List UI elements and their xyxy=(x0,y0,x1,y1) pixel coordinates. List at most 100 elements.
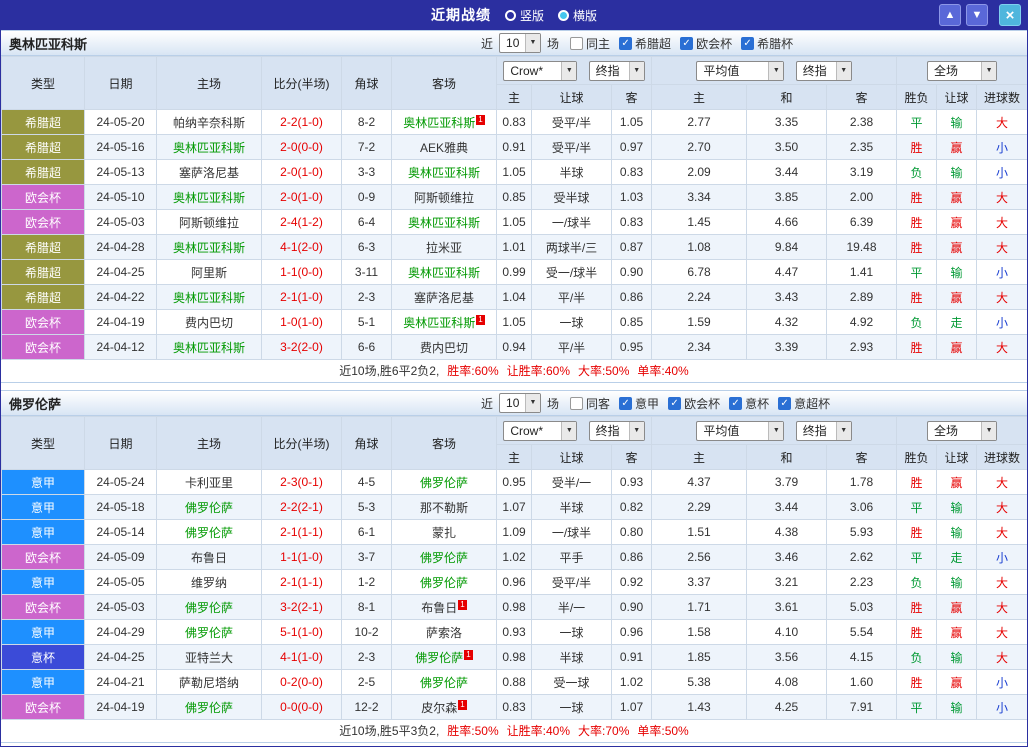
euro-stage-select[interactable]: 终指▼ xyxy=(796,61,852,81)
filter-checkbox[interactable]: ✓希腊杯 xyxy=(741,35,793,52)
checkbox-icon: ✓ xyxy=(619,397,632,410)
result-goals: 大 xyxy=(977,285,1028,310)
result-handicap: 赢 xyxy=(937,595,977,620)
team-name-text: 那不勒斯 xyxy=(420,501,468,515)
euro-draw-odds: 4.38 xyxy=(747,520,827,545)
euro-home-odds: 2.24 xyxy=(652,285,747,310)
result-outcome: 平 xyxy=(897,545,937,570)
record-summary: 近10场,胜6平2负2,胜率:60%让胜率:60%大率:50%单率:40% xyxy=(1,360,1027,383)
away-team: 那不勒斯 xyxy=(392,495,497,520)
home-team: 费内巴切 xyxy=(157,310,262,335)
match-score: 2-0(0-0) xyxy=(262,135,342,160)
euro-away-odds: 2.89 xyxy=(827,285,897,310)
odds-company-select[interactable]: Crow*▼ xyxy=(503,61,577,81)
match-score: 4-1(2-0) xyxy=(262,235,342,260)
layout-radio-horizontal[interactable]: 横版 xyxy=(558,7,597,24)
result-goals: 大 xyxy=(977,595,1028,620)
away-odds: 0.86 xyxy=(612,545,652,570)
red-card-badge: 1 xyxy=(458,600,466,610)
league-badge: 欧会杯 xyxy=(2,695,85,720)
euro-stage-select[interactable]: 终指▼ xyxy=(796,421,852,441)
match-row: 欧会杯24-05-03佛罗伦萨3-2(2-1)8-1布鲁日10.98半/一0.9… xyxy=(2,595,1028,620)
handicap-line: 半球 xyxy=(532,495,612,520)
euro-draw-odds: 3.44 xyxy=(747,160,827,185)
col-result-handicap: 让球 xyxy=(937,445,977,470)
filter-checkbox[interactable]: ✓意甲 xyxy=(619,395,659,412)
home-team: 佛罗伦萨 xyxy=(157,695,262,720)
scope-select[interactable]: 全场▼ xyxy=(927,61,997,81)
euro-avg-select[interactable]: 平均值 ▼ xyxy=(696,61,784,81)
match-row: 希腊超24-04-28奥林匹亚科斯4-1(2-0)6-3拉米亚1.01两球半/三… xyxy=(2,235,1028,260)
filter-checkbox[interactable]: 同主 xyxy=(570,35,610,52)
team-name-text: 奥林匹亚科斯 xyxy=(173,241,245,255)
filter-checkbox[interactable]: ✓希腊超 xyxy=(619,35,671,52)
home-odds: 0.98 xyxy=(497,595,532,620)
summary-segment: 大率:50% xyxy=(578,364,629,378)
layout-radio-vertical[interactable]: 竖版 xyxy=(505,7,544,24)
euro-avg-select[interactable]: 平均值▼ xyxy=(696,421,784,441)
chevron-down-icon: ▼ xyxy=(629,62,644,80)
euro-draw-odds: 3.44 xyxy=(747,495,827,520)
home-odds: 1.05 xyxy=(497,310,532,335)
euro-away-odds: 2.35 xyxy=(827,135,897,160)
result-outcome: 胜 xyxy=(897,235,937,260)
filter-checkbox[interactable]: ✓意杯 xyxy=(729,395,769,412)
match-count-select[interactable]: 10▼ xyxy=(499,33,541,53)
euro-home-odds: 2.29 xyxy=(652,495,747,520)
away-odds: 1.03 xyxy=(612,185,652,210)
summary-segment: 胜率:50% xyxy=(447,724,498,738)
match-row: 欧会杯24-04-12奥林匹亚科斯3-2(2-0)6-6费内巴切0.94平/半0… xyxy=(2,335,1028,360)
euro-away-odds: 3.19 xyxy=(827,160,897,185)
away-odds: 0.97 xyxy=(612,135,652,160)
euro-draw-odds: 4.08 xyxy=(747,670,827,695)
checkbox-label: 同客 xyxy=(586,395,610,412)
handicap-line: 半球 xyxy=(532,645,612,670)
red-card-badge: 1 xyxy=(458,700,466,710)
result-outcome: 胜 xyxy=(897,620,937,645)
corner-score: 6-6 xyxy=(342,335,392,360)
checkbox-label: 希腊杯 xyxy=(757,35,793,52)
result-handicap: 赢 xyxy=(937,135,977,160)
away-odds: 0.80 xyxy=(612,520,652,545)
col-euro-draw: 和 xyxy=(747,85,827,110)
matches-tbody: 意甲24-05-24卡利亚里2-3(0-1)4-5佛罗伦萨0.95受半/一0.9… xyxy=(2,470,1028,720)
close-icon[interactable]: × xyxy=(999,4,1021,26)
scope-select[interactable]: 全场▼ xyxy=(927,421,997,441)
odds-company-select[interactable]: Crow*▼ xyxy=(503,421,577,441)
home-team: 佛罗伦萨 xyxy=(157,595,262,620)
home-team: 亚特兰大 xyxy=(157,645,262,670)
team-name-text: 佛罗伦萨 xyxy=(185,626,233,640)
match-date: 24-04-19 xyxy=(85,695,157,720)
matches-table: 类型 日期 主场 比分(半场) 角球 客场 Crow*▼ 终指▼ 平均值▼ 终指… xyxy=(1,416,1028,720)
summary-segment: 单率:50% xyxy=(637,724,688,738)
corner-score: 3-7 xyxy=(342,545,392,570)
euro-avg-value: 平均值 xyxy=(703,62,739,79)
odds-stage-select[interactable]: 终指▼ xyxy=(589,421,645,441)
result-handicap: 输 xyxy=(937,260,977,285)
checkbox-icon xyxy=(570,37,583,50)
summary-segment: 近10场,胜6平2负2, xyxy=(339,364,439,378)
chevron-down-icon: ▼ xyxy=(768,62,783,80)
filter-checkbox[interactable]: ✓欧会杯 xyxy=(680,35,732,52)
handicap-line: 半/一 xyxy=(532,595,612,620)
result-goals: 小 xyxy=(977,160,1028,185)
filter-checkbox[interactable]: ✓意超杯 xyxy=(778,395,830,412)
match-row: 欧会杯24-05-09布鲁日1-1(1-0)3-7佛罗伦萨1.02平手0.862… xyxy=(2,545,1028,570)
match-count-select[interactable]: 10▼ xyxy=(499,393,541,413)
home-odds: 0.88 xyxy=(497,670,532,695)
euro-stage-value: 终指 xyxy=(803,422,827,439)
home-odds: 1.05 xyxy=(497,210,532,235)
match-row: 希腊超24-04-25阿里斯1-1(0-0)3-11奥林匹亚科斯0.99受一/球… xyxy=(2,260,1028,285)
result-goals: 小 xyxy=(977,135,1028,160)
team-name-text: 亚特兰大 xyxy=(185,651,233,665)
handicap-line: 半球 xyxy=(532,160,612,185)
scroll-down-button[interactable]: ▼ xyxy=(966,4,988,26)
match-date: 24-04-25 xyxy=(85,645,157,670)
match-score: 4-1(1-0) xyxy=(262,645,342,670)
odds-stage-select[interactable]: 终指▼ xyxy=(589,61,645,81)
filter-checkbox[interactable]: 同客 xyxy=(570,395,610,412)
scroll-up-button[interactable]: ▲ xyxy=(939,4,961,26)
filter-checkbox[interactable]: ✓欧会杯 xyxy=(668,395,720,412)
home-team: 阿斯顿维拉 xyxy=(157,210,262,235)
checkbox-label: 意超杯 xyxy=(794,395,830,412)
